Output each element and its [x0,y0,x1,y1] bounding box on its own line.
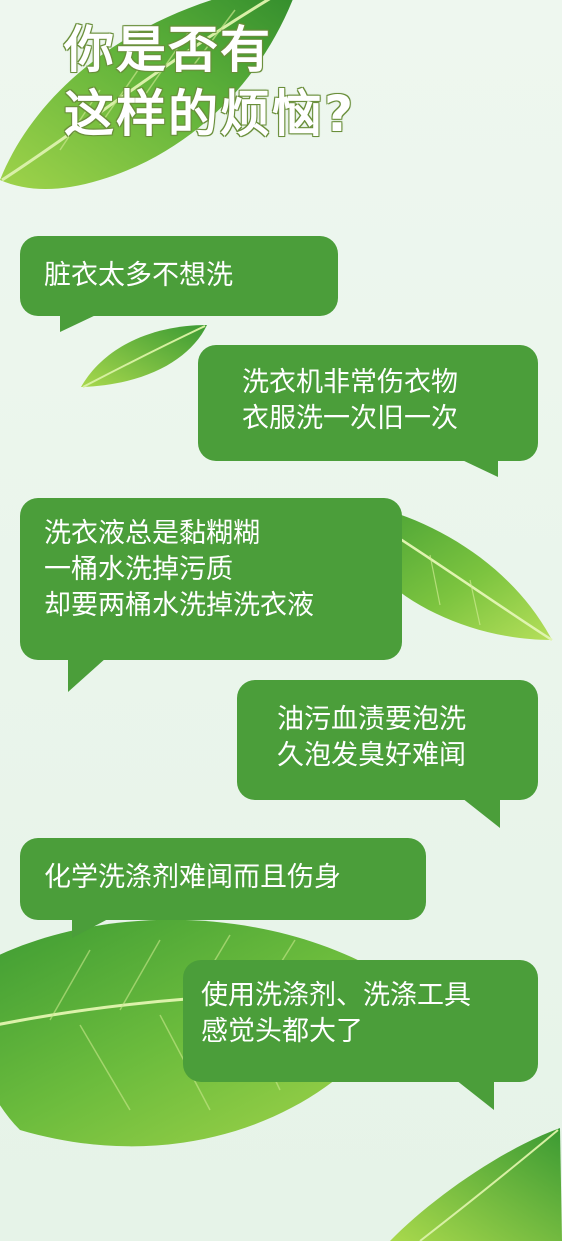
bubble-6-line-2: 感觉头都大了 [201,1016,363,1047]
bubble-5-line-1: 化学洗涤剂难闻而且伤身 [44,862,341,893]
corner-leaf-icon [390,1128,562,1241]
bubble-4-line-1: 油污血渍要泡洗 [277,704,466,735]
bubble-5-tail [72,918,110,938]
title-line-1: 你是否有 [64,21,272,79]
bubble-4-tail [462,798,500,828]
bubble-1-tail [60,314,98,332]
bubble-6-tail [456,1080,494,1110]
speech-bubble-4: 油污血渍要泡洗 久泡发臭好难闻 [237,680,538,800]
bubble-3-line-2: 一桶水洗掉污质 [44,554,233,585]
speech-bubble-3: 洗衣液总是黏糊糊 一桶水洗掉污质 却要两桶水洗掉洗衣液 [20,498,402,660]
bubble-2-line-1: 洗衣机非常伤衣物 [242,367,458,398]
bubble-3-tail [68,658,106,692]
bubble-3-line-1: 洗衣液总是黏糊糊 [44,518,260,549]
speech-bubble-5: 化学洗涤剂难闻而且伤身 [20,838,426,920]
page: 你是否有 这样的烦恼? 脏衣太多不想洗 洗衣机非常伤衣物 衣服洗一次旧一次 洗衣… [0,0,562,1241]
bubble-6-line-1: 使用洗涤剂、洗涤工具 [201,980,471,1011]
page-title: 你是否有 这样的烦恼? [64,18,355,146]
speech-bubble-6: 使用洗涤剂、洗涤工具 感觉头都大了 [183,960,538,1082]
bubble-3-line-3: 却要两桶水洗掉洗衣液 [44,590,314,621]
bubble-2-tail [460,459,498,477]
title-line-2: 这样的烦恼? [64,85,356,143]
bubble-1-line-1: 脏衣太多不想洗 [44,260,233,291]
bubble-4-line-2: 久泡发臭好难闻 [277,740,466,771]
bubble-2-line-2: 衣服洗一次旧一次 [242,403,458,434]
speech-bubble-1: 脏衣太多不想洗 [20,236,338,316]
speech-bubble-2: 洗衣机非常伤衣物 衣服洗一次旧一次 [198,345,538,461]
